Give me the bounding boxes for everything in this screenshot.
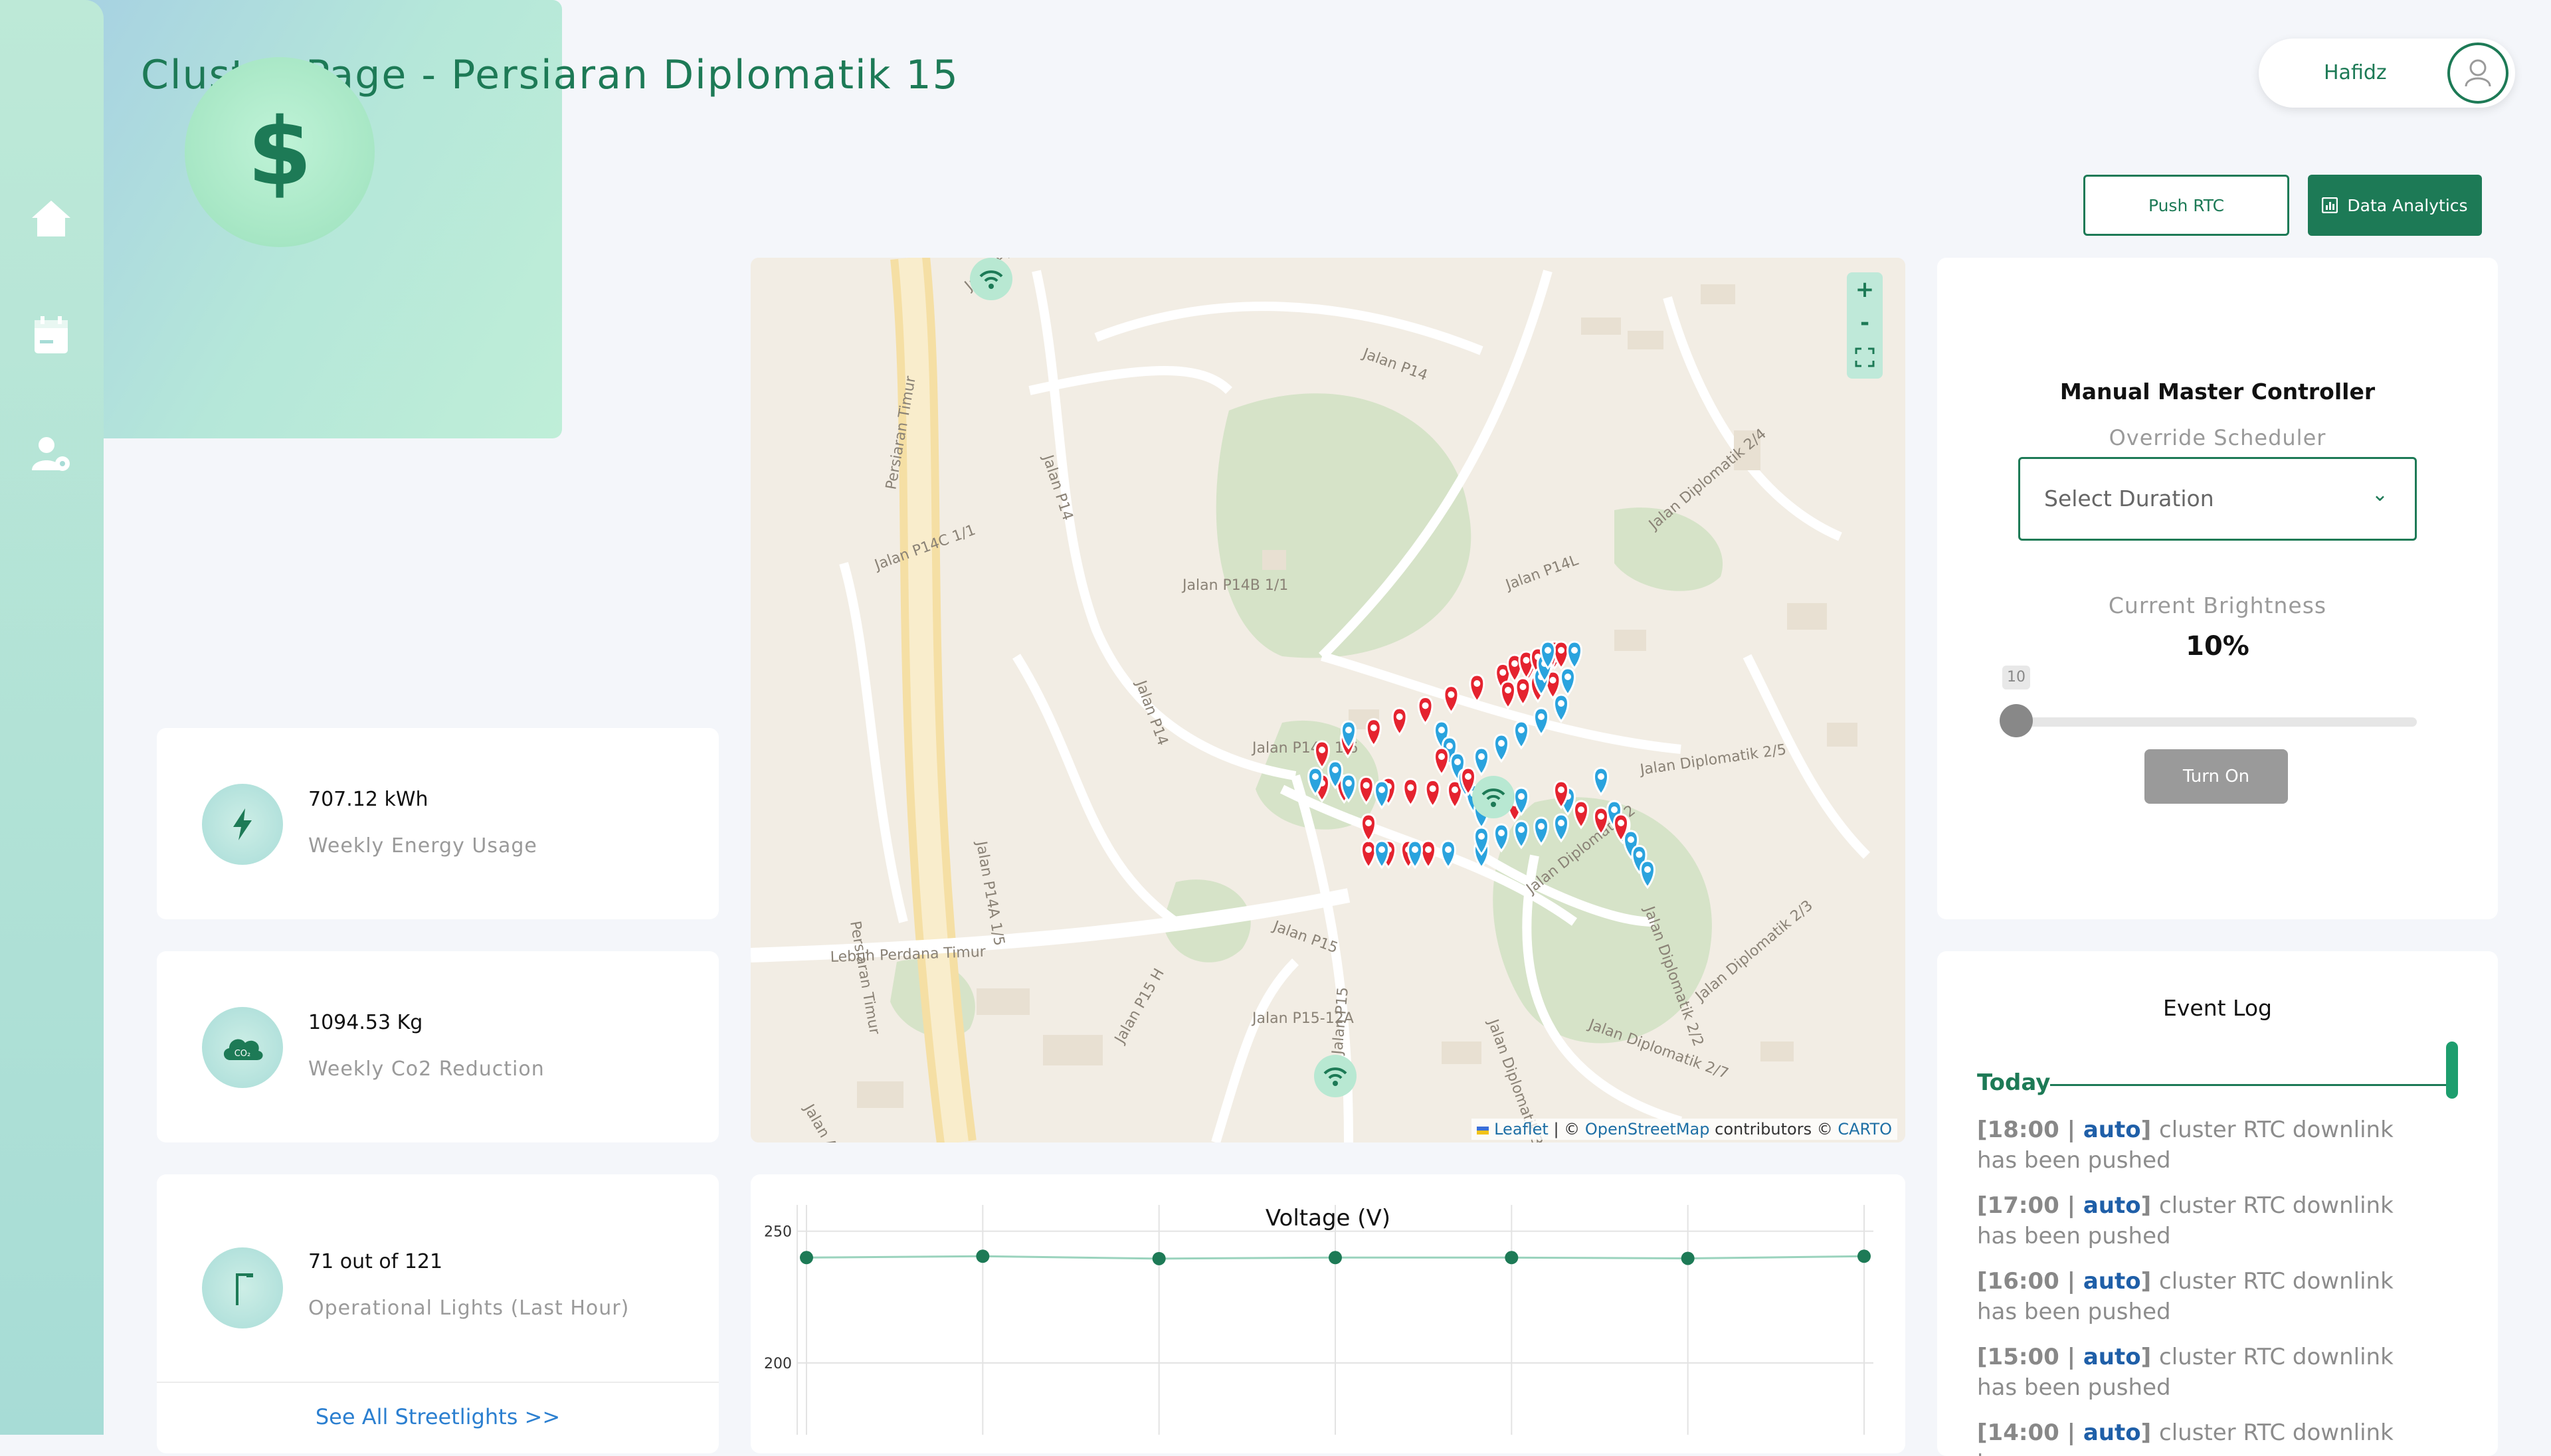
voltage-data-point[interactable] [976,1249,990,1263]
ukraine-flag-icon [1477,1127,1489,1135]
attribution-separator: | © [1548,1120,1585,1138]
lightning-icon [202,784,283,865]
event-mode: auto [2083,1419,2141,1446]
current-brightness-value: 10% [2186,631,2249,662]
stat-value: 71 out of 121 [308,1250,443,1273]
event-log-entry: [16:00 | auto] cluster RTC downlink has … [1977,1266,2429,1327]
map-attribution: Leaflet | © OpenStreetMap contributors ©… [1471,1119,1897,1140]
user-menu[interactable]: Hafidz [2259,39,2515,108]
user-name: Hafidz [2324,61,2387,84]
analytics-icon [2322,197,2338,213]
co2-cloud-icon: CO₂ [202,1007,283,1088]
slider-value-tooltip: 10 [2002,666,2030,689]
event-log-scrollbar[interactable] [2446,1042,2458,1099]
event-time-close: ] [2140,1344,2160,1370]
event-time-close: ] [2140,1268,2160,1295]
voltage-data-point[interactable] [1329,1251,1342,1265]
event-mode: auto [2083,1268,2141,1295]
event-time-close: ] [2140,1192,2160,1219]
voltage-data-point[interactable] [1857,1249,1871,1263]
operational-lights-card: 71 out of 121 Operational Lights (Last H… [157,1174,719,1453]
gateway-wifi-icon[interactable] [1472,776,1515,818]
event-time: [18:00 | [1977,1117,2083,1143]
push-rtc-label: Push RTC [2148,195,2225,215]
map-canvas[interactable]: Persiaran TimurPersiaran TimurLebuh Perd… [751,258,1905,1142]
voltage-chart: 250 200 [764,1205,1873,1435]
energy-usage-card: 707.12 kWh Weekly Energy Usage [157,728,719,919]
event-mode: auto [2083,1344,2141,1370]
chevron-down-icon: ⌄ [2371,483,2388,506]
dollar-icon: $ [185,57,375,247]
cluster-map[interactable]: Persiaran Timur Persiaran Timur Lebuh Perd… [751,258,1905,1142]
gateway-wifi-icon[interactable] [970,258,1012,300]
stat-value: 1094.53 Kg [308,1011,423,1034]
voltage-data-point[interactable] [1681,1251,1695,1265]
data-analytics-label: Data Analytics [2347,195,2468,215]
map-street-label: Jalan P15-12A [1251,1010,1354,1027]
co2-reduction-card: CO₂ 1094.53 Kg Weekly Co2 Reduction [157,951,719,1142]
event-log-entry: [15:00 | auto] cluster RTC downlink has … [1977,1342,2429,1403]
event-time-close: ] [2140,1117,2160,1143]
turn-on-label: Turn On [2182,767,2250,786]
event-mode: auto [2083,1117,2141,1143]
user-settings-icon[interactable] [29,432,73,476]
avatar[interactable] [2447,43,2508,104]
event-time: [14:00 | [1977,1419,2083,1446]
event-log: Event Log Today [18:00 | auto] cluster R… [1937,951,2498,1456]
home-icon[interactable] [29,197,73,240]
event-mode: auto [2083,1192,2141,1219]
carto-link[interactable]: CARTO [1838,1120,1892,1138]
event-time: [16:00 | [1977,1268,2083,1295]
stat-value: 707.12 kWh [308,788,428,811]
sidebar [0,0,104,1435]
event-log-entry: [14:00 | auto] cluster RTC downlink has [1977,1417,2429,1456]
map-zoom-control: + - [1847,272,1883,379]
event-log-title: Event Log [2163,995,2272,1021]
zoom-in-button[interactable]: + [1847,276,1883,303]
controller-title: Manual Master Controller [2059,379,2376,405]
divider [157,1382,719,1383]
select-duration-placeholder: Select Duration [2044,486,2214,511]
voltage-chart-card: Voltage (V) 250 200 [751,1174,1905,1453]
override-scheduler-label: Override Scheduler [2109,425,2326,450]
zoom-out-button[interactable]: - [1847,310,1883,336]
select-duration-dropdown[interactable]: Select Duration ⌄ [2018,457,2417,541]
event-time: [17:00 | [1977,1192,2083,1219]
event-log-entry: [18:00 | auto] cluster RTC downlink has … [1977,1115,2429,1176]
voltage-data-point[interactable] [800,1251,813,1265]
attribution-contributors: contributors © [1709,1120,1838,1138]
see-all-streetlights-link[interactable]: See All Streetlights >> [157,1404,719,1429]
openstreetmap-link[interactable]: OpenStreetMap [1585,1120,1710,1138]
divider [2050,1084,2449,1086]
push-rtc-button[interactable]: Push RTC [2083,175,2289,236]
event-time: [15:00 | [1977,1344,2083,1370]
user-icon [2465,59,2491,87]
stat-label: Weekly Energy Usage [308,834,537,858]
stat-label: Weekly Co2 Reduction [308,1057,545,1081]
manual-master-controller: Manual Master Controller Override Schedu… [1937,258,2498,919]
voltage-data-point[interactable] [1152,1251,1166,1265]
current-brightness-label: Current Brightness [2108,592,2327,618]
y-tick-label: 200 [764,1356,792,1372]
y-tick-label: 250 [764,1224,792,1241]
data-analytics-button[interactable]: Data Analytics [2308,175,2482,236]
leaflet-link[interactable]: Leaflet [1494,1120,1549,1138]
event-log-day: Today [1977,1069,2051,1096]
streetlight-icon [202,1247,283,1328]
svg-text:CO₂: CO₂ [235,1049,251,1059]
map-street-label: Jalan P14B 1/1 [1181,577,1288,594]
event-log-entry: [17:00 | auto] cluster RTC downlink has … [1977,1190,2429,1251]
fullscreen-icon[interactable] [1847,347,1883,373]
stat-label: Operational Lights (Last Hour) [308,1297,630,1320]
event-time-close: ] [2140,1419,2160,1446]
gateway-wifi-icon[interactable] [1314,1055,1357,1097]
turn-on-button[interactable]: Turn On [2144,749,2288,804]
voltage-data-point[interactable] [1505,1251,1519,1265]
brightness-slider[interactable] [2018,717,2417,727]
brightness-slider-thumb[interactable] [2000,704,2033,737]
